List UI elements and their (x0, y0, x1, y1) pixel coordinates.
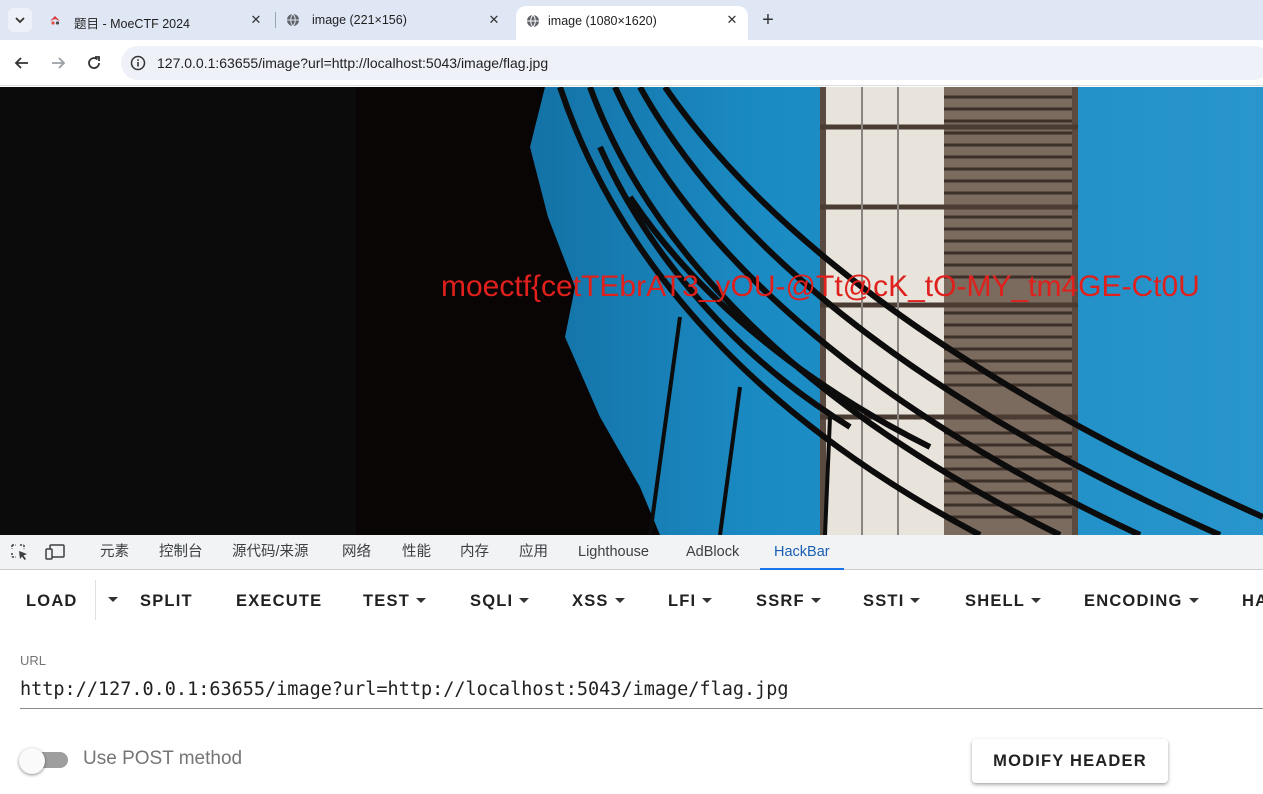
test-label: TEST (363, 591, 410, 610)
close-icon[interactable]: ✕ (248, 12, 264, 28)
devtools-tab-sources[interactable]: 源代码/来源 (232, 535, 309, 570)
caret-down-icon (1188, 597, 1199, 603)
sqli-menu-button[interactable]: SQLI (470, 590, 530, 612)
execute-label: EXECUTE (236, 591, 323, 610)
devtools-tab-memory[interactable]: 内存 (460, 535, 489, 570)
devtools-tab-lighthouse[interactable]: Lighthouse (578, 535, 649, 570)
post-method-label: Use POST method (83, 748, 243, 769)
globe-icon (287, 13, 299, 27)
flag-text: moectf{cetTEbrAT3_yOU-@Tt@cK_tO-MY_tm4GE… (441, 270, 1200, 303)
tab-title: image (1080×1620) (548, 14, 657, 28)
split-button[interactable]: SPLIT (140, 590, 193, 612)
flag-image: moectf{cetTEbrAT3_yOU-@Tt@cK_tO-MY_tm4GE… (0, 87, 1263, 535)
tab-search-button[interactable] (8, 8, 32, 32)
inspect-element-icon[interactable] (10, 543, 30, 561)
arrow-left-icon (14, 57, 28, 69)
reload-icon (88, 56, 100, 69)
ssti-label: SSTI (863, 591, 905, 610)
caret-down-icon (910, 597, 921, 603)
load-button[interactable]: LOAD (26, 590, 78, 612)
encoding-menu-button[interactable]: ENCODING (1084, 590, 1199, 612)
ssrf-label: SSRF (756, 591, 805, 610)
devtools-tab-performance[interactable]: 性能 (402, 535, 431, 570)
close-icon[interactable]: ✕ (724, 12, 740, 28)
hashing-label: HA (1242, 591, 1263, 610)
arrow-right-icon (52, 57, 66, 69)
url-input-underline (20, 708, 1263, 709)
sqli-label: SQLI (470, 591, 514, 610)
caret-down-icon (108, 596, 118, 602)
tab-moectf[interactable]: 题目 - MoeCTF 2024 ✕ (38, 0, 274, 40)
xss-menu-button[interactable]: XSS (572, 590, 625, 612)
devtools-tab-elements[interactable]: 元素 (100, 535, 129, 570)
site-info-icon[interactable] (129, 54, 147, 72)
tab-image-large[interactable]: image (1080×1620) ✕ (516, 6, 748, 40)
lfi-menu-button[interactable]: LFI (668, 590, 713, 612)
devtools-tab-adblock[interactable]: AdBlock (686, 535, 739, 570)
caret-down-icon (702, 597, 713, 603)
execute-button[interactable]: EXECUTE (236, 590, 322, 612)
caret-down-icon (415, 597, 426, 603)
shell-label: SHELL (965, 591, 1026, 610)
load-label: LOAD (26, 591, 78, 610)
test-menu-button[interactable]: TEST (363, 590, 426, 612)
shell-menu-button[interactable]: SHELL (965, 590, 1042, 612)
url-field-label: URL (20, 653, 47, 668)
page-viewport: moectf{cetTEbrAT3_yOU-@Tt@cK_tO-MY_tm4GE… (0, 87, 1263, 535)
devtools-tab-console[interactable]: 控制台 (159, 535, 203, 570)
button-divider (95, 580, 96, 620)
back-button[interactable] (10, 51, 34, 75)
hashing-menu-button[interactable]: HA (1242, 590, 1263, 612)
ssti-menu-button[interactable]: SSTI (863, 590, 921, 612)
device-toolbar-icon[interactable] (45, 543, 65, 561)
forward-button[interactable] (46, 51, 70, 75)
close-icon[interactable]: ✕ (486, 12, 502, 28)
split-label: SPLIT (140, 591, 193, 610)
lfi-label: LFI (668, 591, 697, 610)
caret-down-icon (810, 597, 821, 603)
xss-label: XSS (572, 591, 609, 610)
caret-down-icon (614, 597, 625, 603)
tab-image-small[interactable]: image (221×156) ✕ (276, 0, 512, 40)
hackbar-panel: LOAD SPLIT EXECUTE TEST SQLI XSS LFI SSR… (0, 570, 1263, 794)
tab-strip: 题目 - MoeCTF 2024 ✕ image (221×156) ✕ ima… (0, 0, 1263, 40)
tab-title: 题目 - MoeCTF 2024 (74, 17, 191, 31)
caret-down-icon (519, 597, 530, 603)
load-dropdown-button[interactable] (102, 589, 118, 611)
devtools-tab-application[interactable]: 应用 (519, 535, 548, 570)
caret-down-icon (1031, 597, 1042, 603)
tab-title: image (221×156) (312, 13, 407, 27)
globe-icon (527, 14, 539, 28)
url-input[interactable]: http://127.0.0.1:63655/image?url=http://… (20, 679, 789, 700)
devtools-tab-network[interactable]: 网络 (342, 535, 371, 570)
browser-toolbar: 127.0.0.1:63655/image?url=http://localho… (0, 40, 1263, 86)
encoding-label: ENCODING (1084, 591, 1183, 610)
devtools-tabbar: 元素 控制台 源代码/来源 网络 性能 内存 应用 Lighthouse AdB… (0, 535, 1263, 570)
plus-icon: + (762, 8, 774, 31)
modify-header-button[interactable]: MODIFY HEADER (972, 739, 1168, 783)
reload-button[interactable] (82, 51, 106, 75)
address-url: 127.0.0.1:63655/image?url=http://localho… (157, 55, 549, 71)
address-bar[interactable]: 127.0.0.1:63655/image?url=http://localho… (121, 46, 1263, 80)
new-tab-button[interactable]: + (758, 8, 778, 31)
chevron-down-icon (15, 17, 25, 24)
moectf-icon (50, 16, 60, 25)
post-method-switch-knob[interactable] (19, 748, 45, 774)
devtools-tab-hackbar[interactable]: HackBar (760, 535, 844, 570)
ssrf-menu-button[interactable]: SSRF (756, 590, 821, 612)
